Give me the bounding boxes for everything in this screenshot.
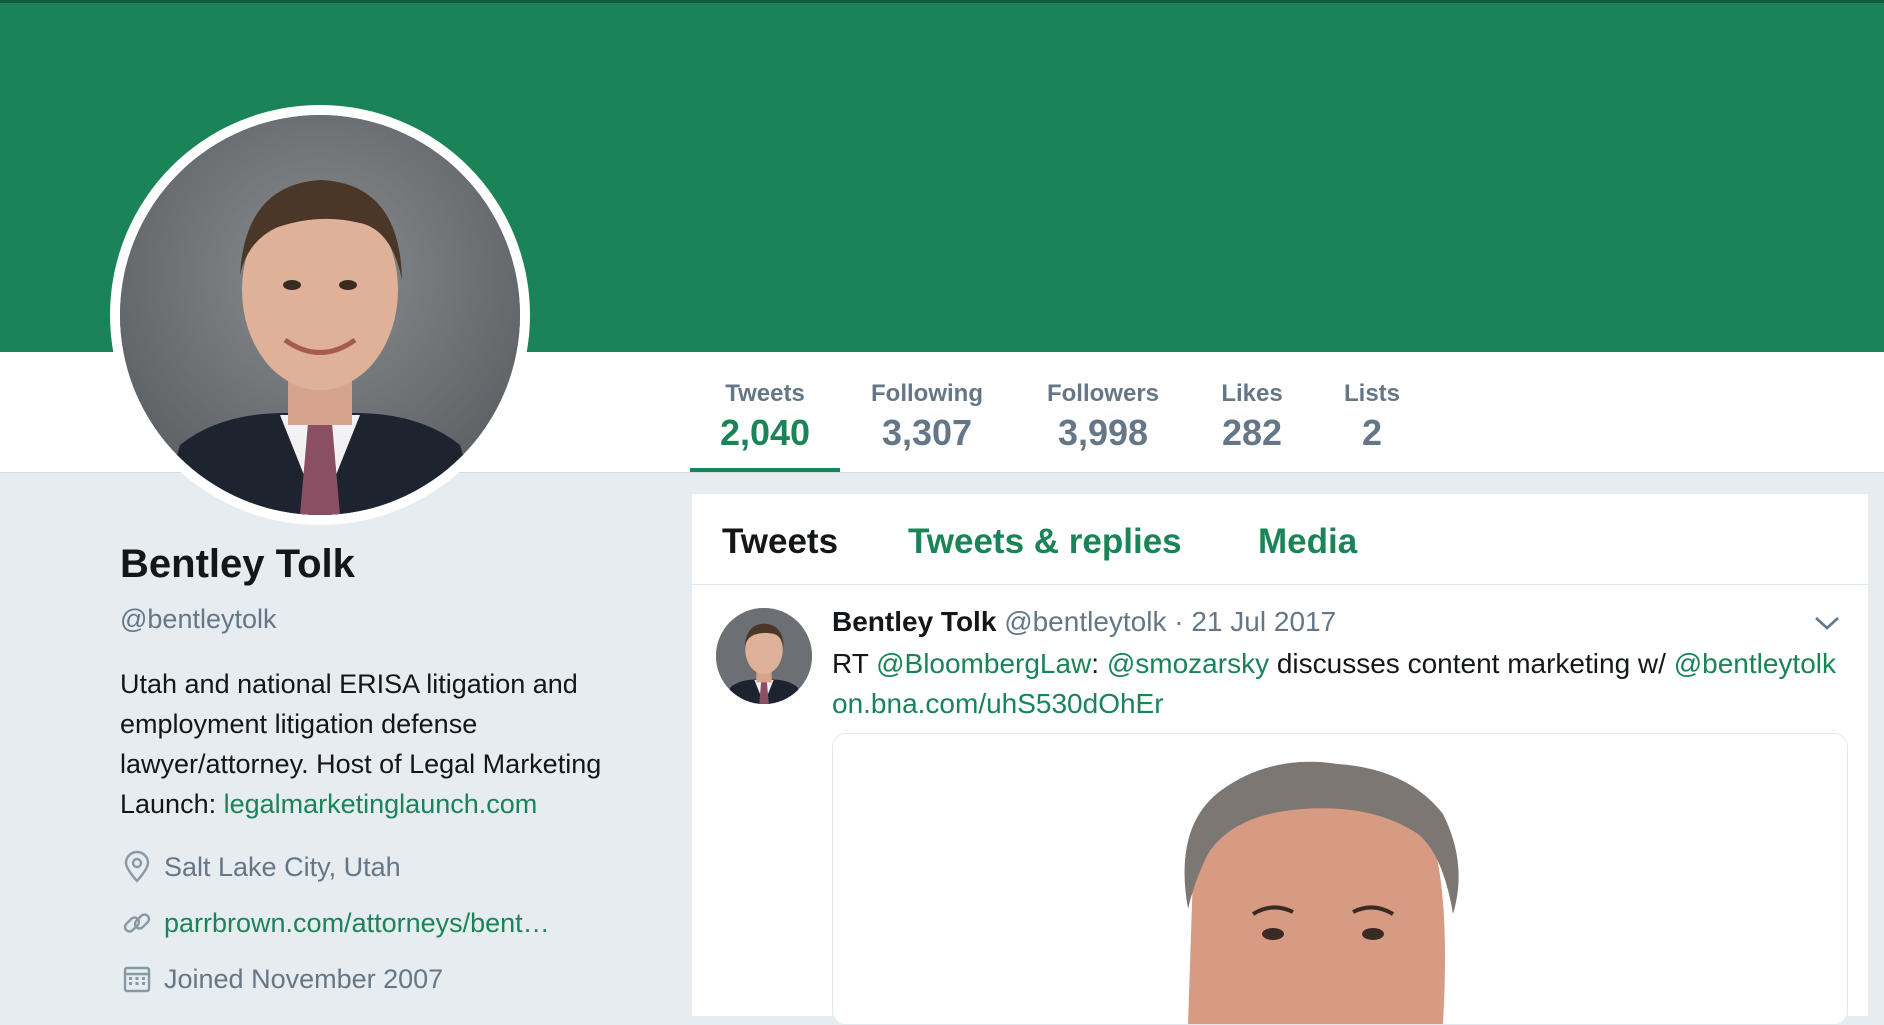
stat-following[interactable]: Following 3,307 — [860, 352, 994, 472]
profile-name[interactable]: Bentley Tolk — [120, 542, 355, 587]
stat-value: 2 — [1361, 412, 1383, 453]
mention-link[interactable]: @BloombergLaw — [876, 648, 1091, 679]
tab-tweets-replies[interactable]: Tweets & replies — [908, 522, 1182, 562]
tweet-author-handle[interactable]: @bentleytolk — [1004, 606, 1166, 637]
tweet-header: Bentley Tolk @bentleytolk · 21 Jul 2017 — [832, 606, 1336, 638]
stat-lists[interactable]: Lists 2 — [1332, 352, 1412, 472]
tweet-separator: · — [1174, 606, 1184, 637]
stat-value: 282 — [1221, 412, 1283, 453]
stat-label: Tweets — [725, 380, 805, 407]
profile-handle: @bentleytolk — [120, 604, 277, 634]
stat-followers[interactable]: Followers 3,998 — [1036, 352, 1170, 472]
website-link[interactable]: parrbrown.com/attorneys/bent… — [164, 908, 550, 939]
stat-label: Lists — [1343, 380, 1400, 407]
location-text: Salt Lake City, Utah — [164, 851, 401, 882]
tweet-text: RT @BloombergLaw: @smozarsky discusses c… — [832, 644, 1842, 724]
tweet-url-link[interactable]: on.bna.com/uhS530dOhEr — [832, 688, 1164, 719]
bio-link[interactable]: legalmarketinglaunch.com — [224, 789, 538, 819]
tweet-media-card[interactable] — [832, 733, 1848, 1025]
profile-bio: Utah and national ERISA litigation and e… — [120, 664, 660, 824]
profile-website: parrbrown.com/attorneys/bent… — [120, 906, 550, 940]
mention-link[interactable]: @bentleytolk — [1674, 648, 1836, 679]
profile-location: Salt Lake City, Utah — [120, 850, 401, 884]
tab-tweets[interactable]: Tweets — [722, 522, 838, 562]
timeline: Tweets Tweets & replies Media Bentley To… — [692, 494, 1868, 1025]
stat-label: Followers — [1046, 380, 1160, 407]
stat-likes[interactable]: Likes 282 — [1204, 352, 1300, 472]
stat-value: 2,040 — [719, 412, 811, 453]
mention-link[interactable]: @smozarsky — [1107, 648, 1269, 679]
tweet-item[interactable]: Bentley Tolk @bentleytolk · 21 Jul 2017 … — [692, 585, 1868, 1025]
profile-joined: Joined November 2007 — [120, 962, 443, 996]
profile-avatar[interactable] — [110, 105, 530, 525]
stat-value: 3,307 — [881, 412, 973, 453]
tweet-date[interactable]: 21 Jul 2017 — [1191, 606, 1336, 637]
chevron-down-icon[interactable] — [1812, 613, 1842, 633]
map-pin-icon — [120, 850, 154, 884]
tweet-avatar[interactable] — [716, 608, 812, 704]
joined-text: Joined November 2007 — [164, 963, 444, 994]
tweet-rt-prefix: RT — [832, 648, 877, 679]
timeline-tabs: Tweets Tweets & replies Media — [692, 494, 1868, 585]
tweet-author-name[interactable]: Bentley Tolk — [832, 606, 996, 637]
tweet-colon: : — [1091, 648, 1107, 679]
stat-label: Following — [871, 380, 983, 407]
stat-value: 3,998 — [1057, 412, 1149, 453]
calendar-icon — [120, 962, 154, 996]
link-icon — [120, 906, 154, 940]
tweet-body-text: discusses content marketing w/ — [1269, 648, 1674, 679]
card-image — [833, 734, 1847, 1024]
stat-label: Likes — [1221, 380, 1283, 407]
stat-tweets[interactable]: Tweets 2,040 — [690, 352, 840, 472]
avatar-image — [120, 115, 520, 515]
tab-media[interactable]: Media — [1258, 522, 1357, 562]
